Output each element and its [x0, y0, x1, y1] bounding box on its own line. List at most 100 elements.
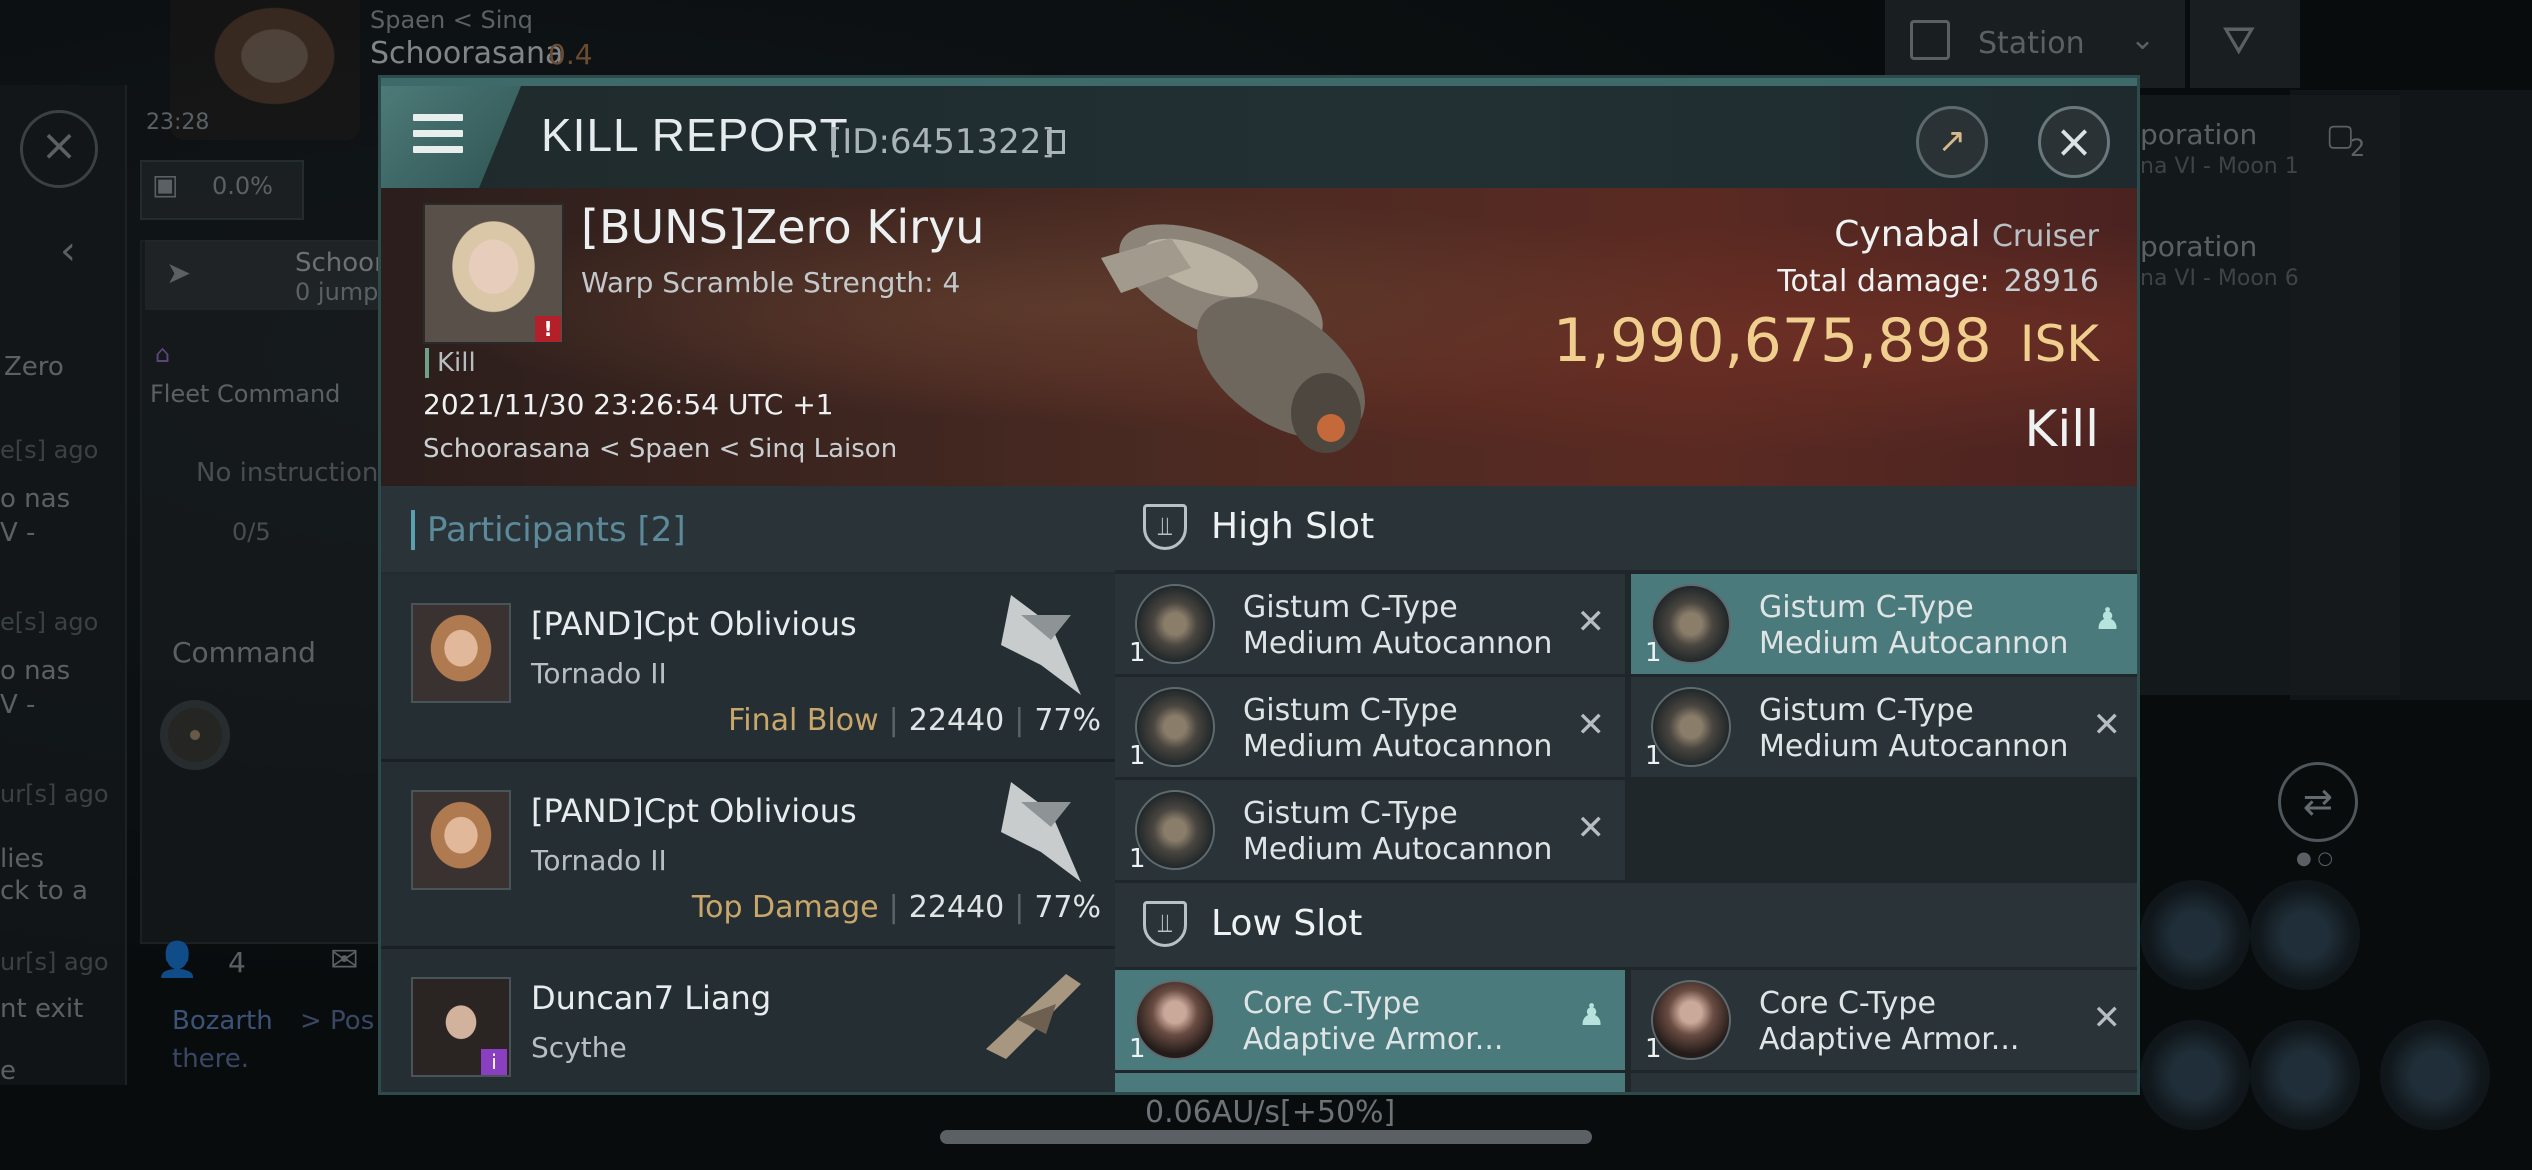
victim-subtitle: Warp Scramble Strength: 4	[581, 266, 961, 299]
module-item[interactable]: 1 Gistum C-Type Medium Autocannon ✕	[1115, 574, 1625, 674]
participant-name: [PAND]Cpt Oblivious	[531, 792, 857, 830]
total-damage: Total damage: 28916	[1777, 264, 2099, 299]
low-slot-icon: ⫫	[1143, 901, 1187, 947]
participant-row[interactable]: i Duncan7 Liang Scythe	[381, 949, 1115, 1092]
dropped-user-icon: ♟	[2094, 602, 2121, 637]
autocannon-icon	[1651, 687, 1731, 767]
participant-row[interactable]: [PAND]Cpt Oblivious Tornado II Top Damag…	[381, 762, 1115, 949]
menu-icon	[413, 114, 463, 158]
dropped-user-icon: ♟	[1578, 998, 1605, 1033]
module-name: Gistum C-Type Medium Autocannon	[1243, 693, 1553, 764]
autocannon-icon	[1651, 584, 1731, 664]
participant-role: Top Damage	[691, 890, 879, 925]
close-button[interactable]: ×	[2038, 106, 2110, 178]
participant-avatar[interactable]	[411, 790, 511, 890]
participant-percent: 77%	[1034, 890, 1101, 925]
module-item[interactable]: 1 Gistum C-Type Medium Autocannon ♟	[1631, 574, 2137, 674]
module-name: Gistum C-Type Medium Autocannon	[1759, 693, 2069, 764]
isk-unit: ISK	[2019, 315, 2099, 373]
high-slot-icon: ⫫	[1143, 504, 1187, 550]
participant-name: Duncan7 Liang	[531, 979, 772, 1017]
module-item-partial[interactable]	[1631, 1073, 2137, 1092]
module-item[interactable]: 1 Core C-Type Adaptive Armor... ✕	[1631, 970, 2137, 1070]
high-slot-header: ⫫ High Slot	[1115, 486, 2137, 570]
participant-role: Final Blow	[728, 703, 879, 738]
ship-type: Cynabal	[1834, 214, 1981, 255]
modal-title: KILL REPORT	[541, 109, 849, 161]
participant-damage: 22440	[908, 890, 1005, 925]
module-name: Gistum C-Type Medium Autocannon	[1243, 796, 1553, 867]
module-name: Gistum C-Type Medium Autocannon	[1759, 590, 2069, 661]
participants-count: [2]	[637, 510, 686, 550]
destroyed-icon: ✕	[2092, 998, 2122, 1038]
autocannon-icon	[1135, 687, 1215, 767]
participant-ship: Scythe	[531, 1031, 627, 1064]
participants-label: Participants	[427, 510, 627, 550]
module-item[interactable]: 1 Core C-Type Adaptive Armor... ♟	[1115, 970, 1625, 1070]
fitting-panel: ⫫ High Slot 1 Gistum C-Type Medium Autoca…	[1115, 486, 2137, 1092]
participant-avatar[interactable]	[411, 603, 511, 703]
kill-datetime: 2021/11/30 23:26:54 UTC +1	[423, 388, 834, 421]
low-slot-header: ⫫ Low Slot	[1115, 883, 2137, 967]
damage-label: Total damage:	[1777, 264, 1990, 299]
low-slot-title: Low Slot	[1211, 903, 1363, 944]
ship-image	[1101, 224, 1365, 453]
participant-ship-image	[1001, 595, 1081, 695]
module-qty: 1	[1129, 1034, 1146, 1064]
participant-percent: 77%	[1034, 703, 1101, 738]
kill-id: [ID:6451322]	[829, 122, 1055, 162]
ship-name[interactable]: Cynabal Cruiser	[1834, 214, 2099, 255]
kill-tag: Kill	[425, 348, 476, 378]
module-qty: 1	[1129, 638, 1146, 668]
module-item[interactable]: 1 Gistum C-Type Medium Autocannon ✕	[1631, 677, 2137, 777]
module-item-partial[interactable]	[1115, 1073, 1625, 1092]
victim-name[interactable]: [BUNS]Zero Kiryu	[581, 200, 984, 254]
module-qty: 1	[1645, 1034, 1662, 1064]
module-qty: 1	[1645, 741, 1662, 771]
participants-header: Participants [2]	[381, 486, 1115, 572]
autocannon-icon	[1135, 790, 1215, 870]
scroll-indicator[interactable]	[940, 1130, 1592, 1144]
module-name: Core C-Type Adaptive Armor...	[1759, 986, 2020, 1057]
module-qty: 1	[1645, 638, 1662, 668]
participants-panel: Participants [2] [PAND]Cpt Oblivious Tor…	[381, 486, 1115, 1092]
isk-amount: 1,990,675,898	[1552, 306, 1992, 376]
participant-damage: 22440	[908, 703, 1005, 738]
copy-icon[interactable]	[1047, 130, 1065, 154]
result-label: Kill	[2024, 400, 2099, 458]
participant-ship-image	[986, 974, 1081, 1059]
isk-value: 1,990,675,898 ISK	[1553, 306, 2099, 376]
participant-stats: Top Damage | 22440 | 77%	[691, 890, 1101, 925]
autocannon-icon	[1135, 584, 1215, 664]
participant-ship-image	[1001, 782, 1081, 882]
module-name: Core C-Type Adaptive Armor...	[1243, 986, 1504, 1057]
participant-row[interactable]: [PAND]Cpt Oblivious Tornado II Final Blo…	[381, 575, 1115, 762]
module-item[interactable]: 1 Gistum C-Type Medium Autocannon ✕	[1115, 677, 1625, 777]
warning-icon: !	[535, 316, 561, 342]
module-item[interactable]: 1 Gistum C-Type Medium Autocannon ✕	[1115, 780, 1625, 880]
victim-banner: ! [BUNS]Zero Kiryu Warp Scramble Strengt…	[381, 188, 2137, 486]
modal-header: KILL REPORT [ID:6451322] ↗ ×	[381, 78, 2137, 188]
participants-title: Participants [2]	[411, 510, 686, 550]
destroyed-icon: ✕	[1576, 705, 1606, 745]
high-slot-title: High Slot	[1211, 506, 1375, 547]
armor-hardener-icon	[1651, 980, 1731, 1060]
participant-ship: Tornado II	[531, 844, 667, 877]
kill-report-modal: KILL REPORT [ID:6451322] ↗ × ! [BUNS]Zer…	[378, 75, 2140, 1095]
info-icon: i	[481, 1049, 507, 1075]
module-qty: 1	[1129, 844, 1146, 874]
ship-class: Cruiser	[1991, 219, 2099, 254]
module-name: Gistum C-Type Medium Autocannon	[1243, 590, 1553, 661]
menu-button[interactable]	[381, 86, 521, 188]
participant-stats: Final Blow | 22440 | 77%	[728, 703, 1101, 738]
participant-ship: Tornado II	[531, 657, 667, 690]
kill-location: Schoorasana < Spaen < Sinq Laison	[423, 434, 898, 464]
damage-value: 28916	[2003, 264, 2099, 299]
share-icon[interactable]: ↗	[1916, 106, 1988, 178]
armor-hardener-icon	[1135, 980, 1215, 1060]
destroyed-icon: ✕	[1576, 602, 1606, 642]
module-qty: 1	[1129, 741, 1146, 771]
participant-name: [PAND]Cpt Oblivious	[531, 605, 857, 643]
destroyed-icon: ✕	[1576, 808, 1606, 848]
destroyed-icon: ✕	[2092, 705, 2122, 745]
